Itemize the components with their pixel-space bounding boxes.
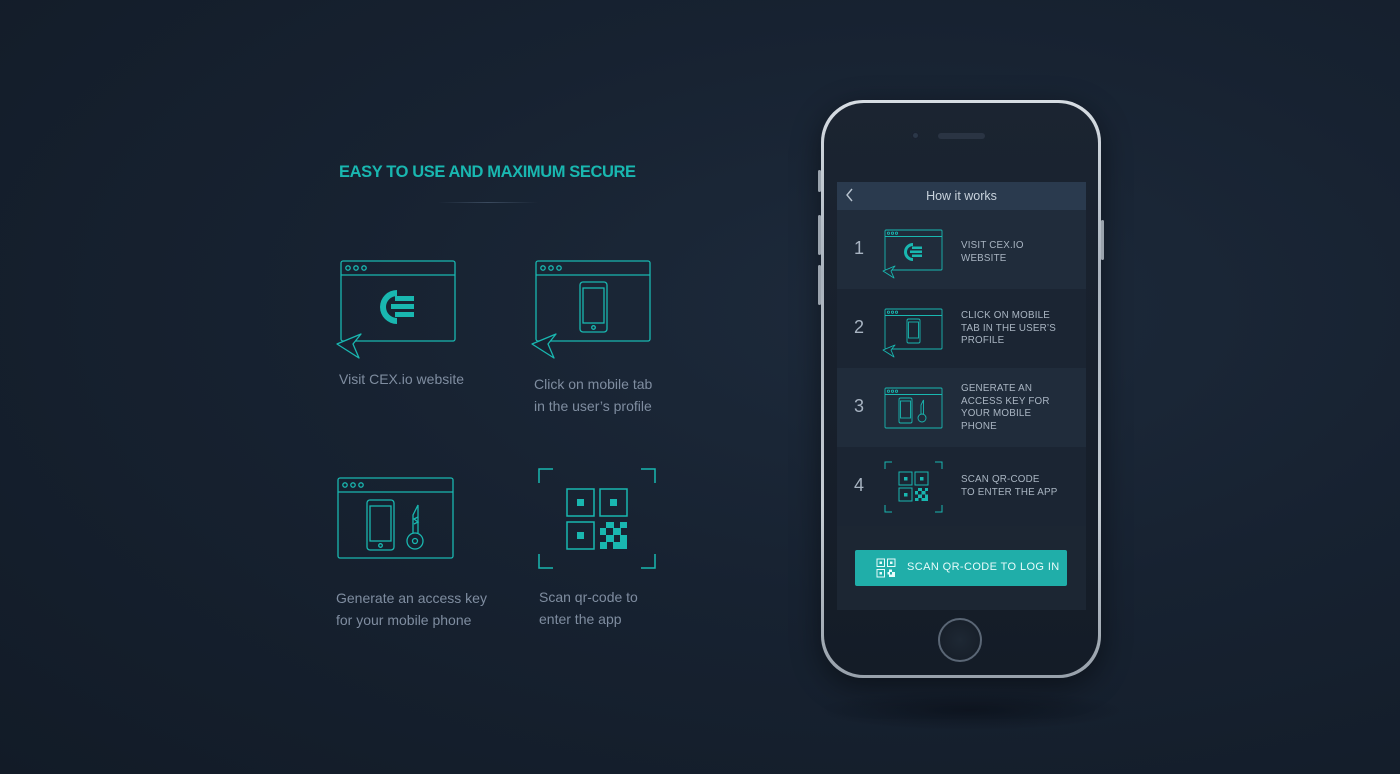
step-number: 3 (854, 396, 865, 416)
feature-caption-4: Scan qr-code to enter the app (539, 586, 638, 630)
step-row-2: 2 CLICK ON MOBILE TAB IN THE USER’S PROF… (837, 289, 1086, 368)
step-text: CLICK ON MOBILE TAB IN THE USER’S PROFIL… (961, 310, 1071, 348)
browser-cex-logo-icon (882, 229, 943, 279)
phone-power-button (1101, 220, 1104, 260)
browser-phone-key-icon (884, 387, 943, 429)
qr-scan-icon (884, 461, 943, 513)
step-text: VISIT CEX.IO WEBSITE (961, 240, 1071, 265)
step-text-line: GENERATE AN (961, 383, 1033, 394)
browser-phone-key-icon (337, 477, 454, 559)
step-text-line: YOUR MOBILE (961, 408, 1032, 419)
feature-caption-3-line1: Generate an access key (336, 590, 487, 606)
nav-bar: How it works (837, 182, 1086, 210)
phone-side-button (818, 170, 821, 192)
step-text-line: PROFILE (961, 335, 1005, 346)
browser-phone-icon (882, 308, 943, 358)
step-text-line: VISIT CEX.IO (961, 240, 1024, 251)
step-text: SCAN QR-CODE TO ENTER THE APP (961, 474, 1071, 499)
step-text: GENERATE AN ACCESS KEY FOR YOUR MOBILE P… (961, 383, 1071, 433)
phone-shadow (815, 690, 1125, 730)
step-row-4: 4 SCAN QR-CODE TO ENTER THE APP (837, 447, 1086, 526)
step-number: 2 (854, 317, 865, 337)
feature-caption-4-line1: Scan qr-code to (539, 589, 638, 605)
feature-caption-2: Click on mobile tab in the user’s profil… (534, 373, 652, 417)
step-number: 4 (854, 475, 865, 495)
feature-caption-3-line2: for your mobile phone (336, 612, 472, 628)
phone-screen: How it works 1 VISIT CEX.IO WEBSITE 2 CL… (837, 166, 1086, 610)
phone-camera (911, 131, 920, 140)
step-text-line: TAB IN THE USER’S (961, 322, 1057, 334)
section-heading: EASY TO USE AND MAXIMUM SECURE (339, 163, 636, 181)
feature-caption-2-line2: in the user’s profile (534, 398, 652, 414)
status-bar (837, 166, 1086, 182)
browser-cex-logo-icon (336, 260, 456, 359)
feature-caption-2-line1: Click on mobile tab (534, 376, 653, 392)
heading-divider (438, 202, 538, 203)
qr-code-icon (876, 558, 896, 578)
step-row-1: 1 VISIT CEX.IO WEBSITE (837, 210, 1086, 289)
step-row-3: 3 GENERATE AN ACCESS KEY FOR YOUR MOBILE… (837, 368, 1086, 447)
phone-volume-up-button (818, 215, 821, 255)
step-text-line: WEBSITE (961, 252, 1007, 264)
feature-caption-3: Generate an access key for your mobile p… (336, 587, 487, 631)
step-text-line: TO ENTER THE APP (961, 486, 1058, 498)
nav-title: How it works (926, 189, 997, 203)
step-number: 1 (854, 238, 865, 258)
phone-volume-down-button (818, 265, 821, 305)
feature-caption-1-line1: Visit CEX.io website (339, 371, 465, 387)
step-text-line: PHONE (961, 420, 997, 432)
step-text-line: CLICK ON MOBILE (961, 310, 1051, 321)
scan-qr-login-button[interactable]: SCAN QR-CODE TO LOG IN (855, 550, 1067, 586)
phone-speaker (938, 133, 985, 139)
qr-scan-icon (538, 468, 656, 569)
feature-caption-1: Visit CEX.io website (339, 368, 464, 390)
scan-qr-login-label: SCAN QR-CODE TO LOG IN (907, 561, 1060, 573)
feature-caption-4-line2: enter the app (539, 611, 622, 627)
step-text-line: SCAN QR-CODE (961, 474, 1040, 485)
browser-phone-icon (531, 260, 651, 359)
phone-home-button[interactable] (938, 618, 982, 662)
step-text-line: ACCESS KEY FOR (961, 395, 1050, 407)
